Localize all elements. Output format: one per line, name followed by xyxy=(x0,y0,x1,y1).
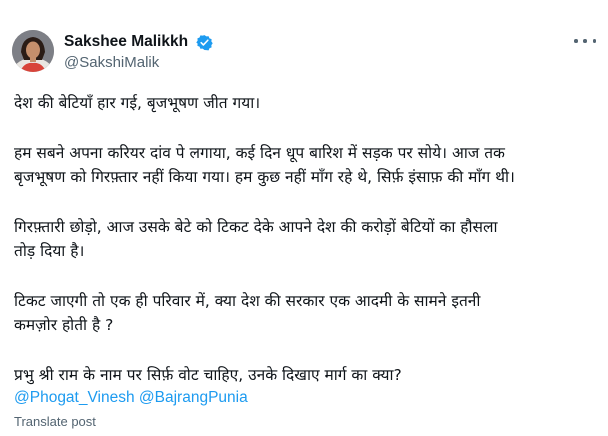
mentions: @Phogat_Vinesh @BajrangPunia xyxy=(14,389,248,407)
tweet-card: Sakshee Malikkh @SakshiMalik देश की बेटि… xyxy=(0,0,608,436)
author-name[interactable]: Sakshee Malikkh xyxy=(64,33,188,51)
tweet-text-line: कमज़ोर होती है ? xyxy=(14,316,114,334)
tweet-text-line: गिरफ़्तारी छोड़ो, आज उसके बेटे को टिकट द… xyxy=(14,218,498,236)
tweet-text-line: टिकट जाएगी तो एक ही परिवार में, क्या देश… xyxy=(14,292,481,310)
tweet-text-line: देश की बेटियाँ हार गई, बृजभूषण जीत गया। xyxy=(14,94,261,112)
translate-post-link[interactable]: Translate post xyxy=(14,414,96,429)
author-handle[interactable]: @SakshiMalik xyxy=(64,54,159,71)
tweet-text-line: तोड़ दिया है। xyxy=(14,242,85,260)
tweet-text-line: हम सबने अपना करियर दांव पे लगाया, कई दिन… xyxy=(14,144,505,162)
tweet-text-line: प्रभु श्री राम के नाम पर सिर्फ़ वोट चाहि… xyxy=(14,366,402,384)
mention-phogat-vinesh[interactable]: @Phogat_Vinesh xyxy=(14,389,135,406)
tweet-text-line: बृजभूषण को गिरफ़्तार नहीं किया गया। हम क… xyxy=(14,168,515,186)
avatar[interactable] xyxy=(12,30,54,72)
profile-photo-icon xyxy=(12,30,54,72)
mention-bajrang-punia[interactable]: @BajrangPunia xyxy=(139,389,248,406)
verified-badge-icon xyxy=(196,35,213,51)
more-options-icon[interactable] xyxy=(574,34,596,48)
